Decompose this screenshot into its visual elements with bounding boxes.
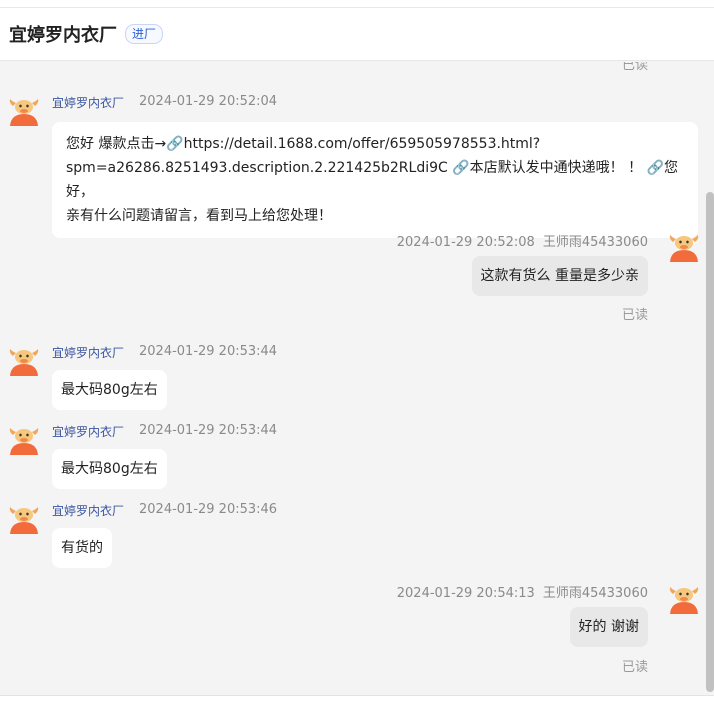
- seller-avatar-icon[interactable]: [8, 94, 40, 126]
- message-line: 亲有什么问题请留言，看到马上给您处理！: [66, 208, 332, 224]
- scrollbar-thumb[interactable]: [706, 192, 714, 692]
- window-top-border: [0, 0, 714, 8]
- message-bubble: 最大码80g左右: [52, 449, 167, 489]
- message-bubble: 这款有货么 重量是多少亲: [471, 256, 648, 296]
- message-time: 2024-01-29 20:53:44: [139, 344, 278, 359]
- read-status: 已读: [621, 660, 648, 675]
- seller-avatar-icon[interactable]: [8, 344, 40, 376]
- message-bubble: 最大码80g左右: [52, 370, 167, 410]
- seller-avatar-icon[interactable]: [8, 423, 40, 455]
- message-sender: 王师雨45433060: [542, 586, 648, 601]
- message-meta: 2024-01-29 20:54:13 王师雨45433060: [397, 582, 648, 601]
- message-time: 2024-01-29 20:53:44: [139, 423, 278, 438]
- chat-title: 宜婷罗内衣厂: [9, 25, 117, 46]
- message-line[interactable]: 您好 爆款点击→🔗https://detail.1688.com/offer/6…: [66, 132, 684, 156]
- message-sender[interactable]: 宜婷罗内衣厂: [52, 502, 124, 519]
- message-sender[interactable]: 宜婷罗内衣厂: [52, 94, 124, 111]
- chat-header: 宜婷罗内衣厂 进厂: [0, 8, 714, 61]
- message-sender[interactable]: 宜婷罗内衣厂: [52, 423, 124, 440]
- message-time: 2024-01-29 20:53:46: [139, 502, 278, 517]
- seller-avatar-icon[interactable]: [8, 502, 40, 534]
- read-status: 已读: [621, 62, 648, 73]
- message-meta: 2024-01-29 20:52:08 王师雨45433060: [397, 231, 648, 250]
- read-status: 已读: [621, 308, 648, 323]
- message-bubble: 好的 谢谢: [569, 607, 648, 647]
- message-sender: 王师雨45433060: [542, 235, 648, 250]
- message-time: 2024-01-29 20:54:13: [396, 586, 535, 601]
- message-bubble: 有货的: [52, 528, 112, 568]
- message-time: 2024-01-29 20:52:08: [396, 235, 535, 250]
- message-list[interactable]: 已读 宜婷罗内衣厂 2024-01-29 20:52:04 您好 爆款点击→🔗h…: [0, 62, 704, 695]
- buyer-avatar-icon[interactable]: [668, 230, 700, 262]
- message-line[interactable]: spm=a26286.8251493.description.2.221425b…: [66, 156, 684, 204]
- buyer-avatar-icon[interactable]: [668, 582, 700, 614]
- message-sender[interactable]: 宜婷罗内衣厂: [52, 344, 124, 361]
- enter-factory-tag[interactable]: 进厂: [125, 24, 164, 44]
- message-time: 2024-01-29 20:52:04: [139, 94, 278, 109]
- message-bubble: 您好 爆款点击→🔗https://detail.1688.com/offer/6…: [52, 122, 698, 238]
